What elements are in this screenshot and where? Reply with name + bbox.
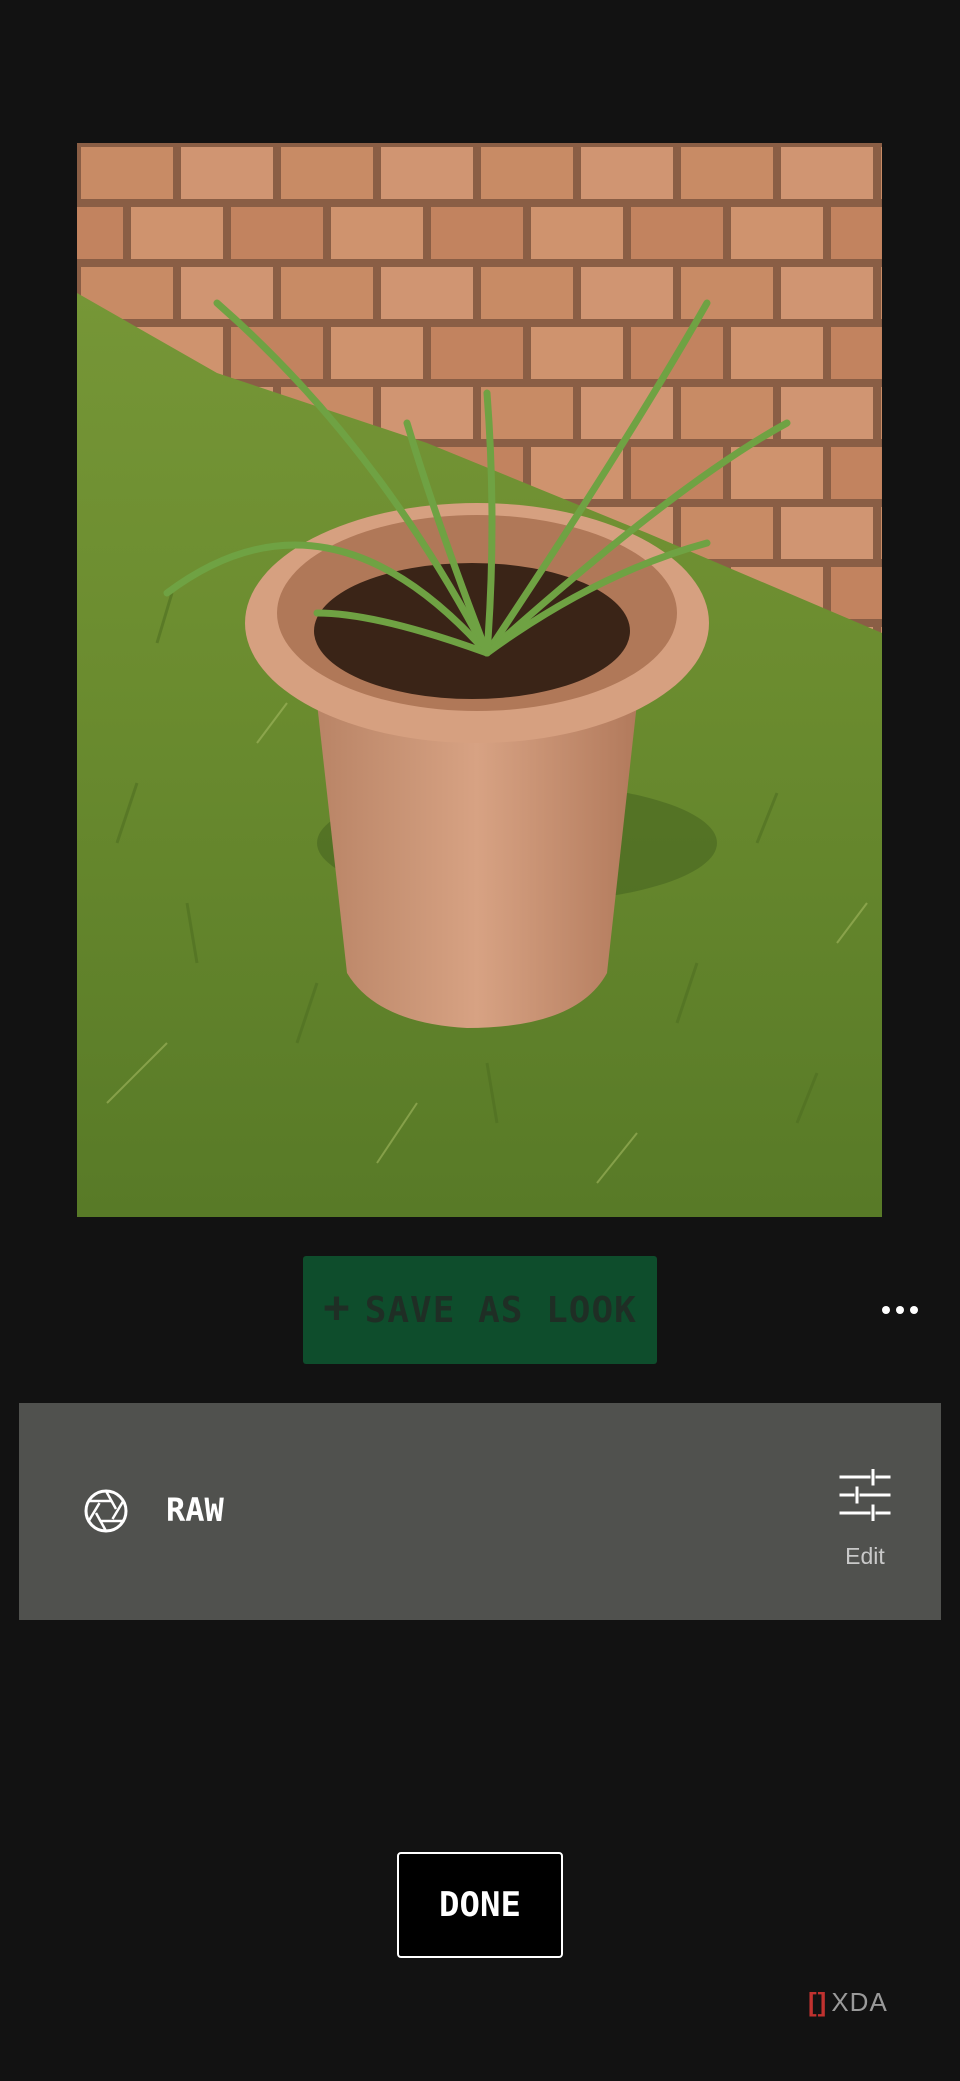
watermark-text: XDA xyxy=(831,1986,888,2017)
edit-button[interactable]: Edit xyxy=(825,1463,905,1573)
more-options-button[interactable] xyxy=(872,1296,928,1324)
done-label: DONE xyxy=(439,1885,521,1925)
photo-preview xyxy=(77,143,882,1217)
save-as-look-button[interactable]: + SAVE AS LOOK xyxy=(303,1256,657,1364)
aperture-icon xyxy=(84,1489,128,1533)
look-name: RAW xyxy=(166,1491,224,1529)
done-button[interactable]: DONE xyxy=(397,1852,563,1958)
look-panel: RAW Edit xyxy=(19,1403,941,1620)
xda-watermark: [] XDA xyxy=(808,1987,888,2017)
watermark-bracket: [] xyxy=(808,1986,828,2017)
save-as-look-label: SAVE AS LOOK xyxy=(364,1289,637,1331)
sliders-icon xyxy=(839,1469,891,1521)
edit-label: Edit xyxy=(845,1543,885,1569)
plus-icon: + xyxy=(323,1282,351,1333)
more-horizontal-icon xyxy=(882,1306,890,1314)
